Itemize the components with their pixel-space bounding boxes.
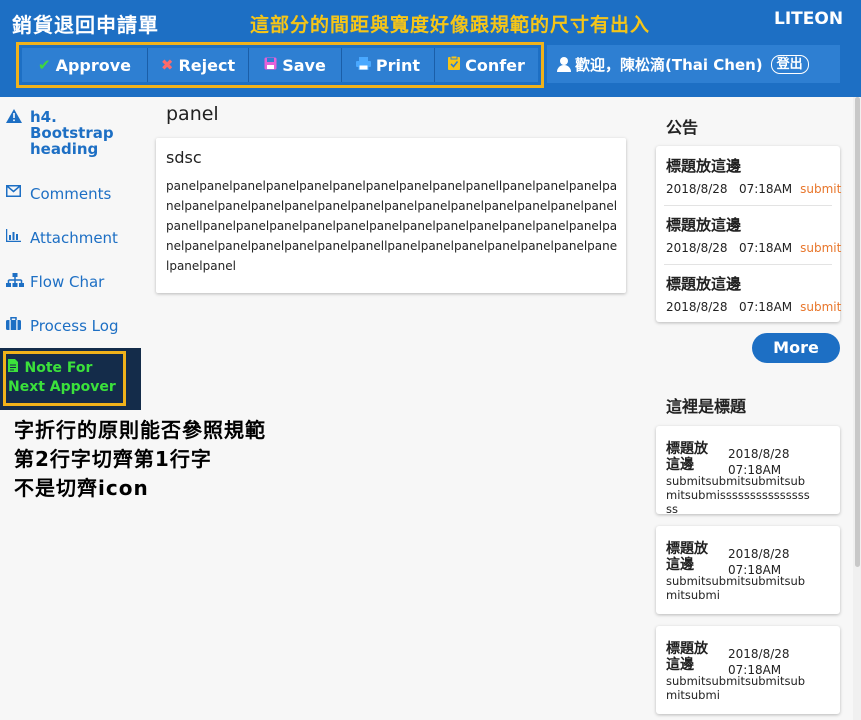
news-section-title: 這裡是標題 bbox=[666, 397, 747, 416]
note-for-next-approver[interactable]: Note For Next Appover bbox=[3, 351, 126, 406]
sidebar-item-note-active: Note For Next Appover bbox=[0, 348, 141, 410]
note-line-2: Next Appover bbox=[8, 379, 116, 395]
confer-button[interactable]: Confer bbox=[435, 48, 538, 82]
user-icon bbox=[557, 57, 571, 72]
news-title: 標題放這邊 bbox=[666, 641, 708, 673]
warning-icon bbox=[6, 109, 24, 127]
vertical-scrollbar[interactable] bbox=[853, 97, 861, 720]
announcement-date: 2018/8/28 bbox=[666, 182, 728, 196]
announcements-card: 標題放這邊 2018/8/28 07:18AM submit 標題放這邊 2018… bbox=[656, 146, 841, 322]
announcement-item[interactable]: 標題放這邊 2018/8/28 07:18AM submit bbox=[666, 155, 841, 196]
announcement-item[interactable]: 標題放這邊 2018/8/28 07:18AM submit bbox=[666, 214, 841, 255]
liteon-logo: LITEON bbox=[774, 9, 844, 29]
announcement-meta: 2018/8/28 07:18AM submit bbox=[666, 241, 841, 255]
confer-label: Confer bbox=[465, 55, 525, 75]
user-greeting: 歡迎，陳松滴(Thai Chen) bbox=[575, 55, 763, 74]
panel-card-title: sdsc bbox=[166, 148, 202, 167]
announcement-meta: 2018/8/28 07:18AM submit bbox=[666, 300, 841, 314]
sidebar-item-heading[interactable]: h4. Bootstrap heading bbox=[6, 109, 120, 157]
envelope-icon bbox=[6, 185, 24, 201]
sidebar-item-label: Comments bbox=[30, 185, 112, 203]
announcement-item[interactable]: 標題放這邊 2018/8/28 07:18AM submit bbox=[666, 273, 841, 314]
logout-button[interactable]: 登出 bbox=[770, 54, 809, 74]
review-annotation-left: 字折行的原則能否參照規範 第2行字切齊第1行字 不是切齊icon bbox=[14, 418, 266, 500]
announcement-time: 07:18AM bbox=[738, 182, 793, 196]
reject-label: Reject bbox=[178, 55, 236, 75]
more-button[interactable]: More bbox=[752, 333, 840, 363]
sitemap-icon bbox=[6, 273, 24, 291]
save-label: Save bbox=[282, 55, 326, 75]
news-card[interactable]: 標題放這邊 2018/8/28 07:18AM submitsubmitsubm… bbox=[656, 426, 840, 516]
note-line-1: Note For bbox=[24, 360, 93, 376]
sidebar-item-attachment[interactable]: Attachment bbox=[5, 229, 118, 247]
divider bbox=[664, 205, 832, 206]
sidebar-item-process-log[interactable]: Process Log bbox=[6, 317, 118, 335]
panel-heading: panel bbox=[166, 103, 219, 125]
close-icon: ✖ bbox=[160, 56, 174, 74]
announcement-date: 2018/8/28 bbox=[666, 241, 728, 255]
news-date: 2018/8/28 bbox=[728, 647, 790, 661]
announcement-time: 07:18AM bbox=[738, 300, 793, 314]
news-body: submitsubmitsubmitsubmitsubmisssssssssss… bbox=[666, 474, 810, 516]
check-icon: ✔ bbox=[37, 56, 51, 74]
news-title: 標題放這邊 bbox=[666, 541, 708, 573]
sidebar-item-label: Flow Char bbox=[30, 273, 105, 291]
sidebar-item-label: h4. Bootstrap heading bbox=[30, 108, 114, 158]
news-date: 2018/8/28 bbox=[728, 447, 790, 461]
print-label: Print bbox=[375, 55, 421, 75]
news-body: submitsubmitsubmitsubmitsubmi bbox=[666, 674, 806, 702]
printer-icon bbox=[355, 56, 371, 74]
submit-link[interactable]: submit bbox=[800, 300, 841, 314]
save-button[interactable]: Save bbox=[249, 48, 342, 82]
announcement-time: 07:18AM bbox=[738, 241, 793, 255]
approve-label: Approve bbox=[55, 55, 132, 75]
approve-button[interactable]: ✔ Approve bbox=[22, 48, 148, 82]
announcement-date: 2018/8/28 bbox=[666, 300, 728, 314]
news-title: 標題放這邊 bbox=[666, 441, 708, 473]
top-header: 銷貨退回申請單 這部分的間距與寬度好像跟規範的尺寸有出入 LITEON ✔ Ap… bbox=[0, 0, 861, 97]
announcement-title: 標題放這邊 bbox=[666, 216, 742, 234]
panel-card-body: panelpanelpanelpanelpanelpanelpanelpanel… bbox=[166, 179, 618, 273]
save-icon bbox=[264, 56, 277, 74]
sidebar-item-label: Attachment bbox=[30, 229, 118, 247]
print-button[interactable]: Print bbox=[342, 48, 435, 82]
submit-link[interactable]: submit bbox=[800, 241, 841, 255]
announcement-title: 標題放這邊 bbox=[666, 275, 742, 293]
user-info: 歡迎，陳松滴(Thai Chen) 登出 bbox=[547, 45, 840, 83]
panel-card: sdsc panelpanelpanelpanelpanelpanelpanel… bbox=[156, 138, 626, 293]
announcement-meta: 2018/8/28 07:18AM submit bbox=[666, 182, 841, 196]
submit-link[interactable]: submit bbox=[800, 182, 841, 196]
sidebar-item-comments[interactable]: Comments bbox=[6, 185, 111, 203]
clipboard-check-icon bbox=[448, 55, 461, 74]
news-date: 2018/8/28 bbox=[728, 547, 790, 561]
app-title: 銷貨退回申請單 bbox=[12, 13, 159, 37]
announcements-title: 公告 bbox=[666, 118, 699, 137]
action-toolbar: ✔ Approve ✖ Reject Save Print Confer bbox=[16, 42, 544, 88]
bar-chart-icon bbox=[5, 229, 24, 246]
announcement-title: 標題放這邊 bbox=[666, 157, 742, 175]
sidebar-item-label: Process Log bbox=[30, 317, 119, 335]
sidebar-item-flow-chart[interactable]: Flow Char bbox=[6, 273, 104, 291]
review-annotation-top: 這部分的間距與寬度好像跟規範的尺寸有出入 bbox=[250, 14, 651, 36]
news-card[interactable]: 標題放這邊 2018/8/28 07:18AM submitsubmitsubm… bbox=[656, 526, 840, 614]
document-icon bbox=[8, 359, 23, 376]
briefcase-icon bbox=[6, 317, 24, 334]
scrollbar-thumb[interactable] bbox=[855, 97, 860, 567]
news-body: submitsubmitsubmitsubmitsubmi bbox=[666, 574, 806, 602]
reject-button[interactable]: ✖ Reject bbox=[148, 48, 249, 82]
divider bbox=[664, 264, 832, 265]
news-card[interactable]: 標題放這邊 2018/8/28 07:18AM submitsubmitsubm… bbox=[656, 626, 840, 714]
